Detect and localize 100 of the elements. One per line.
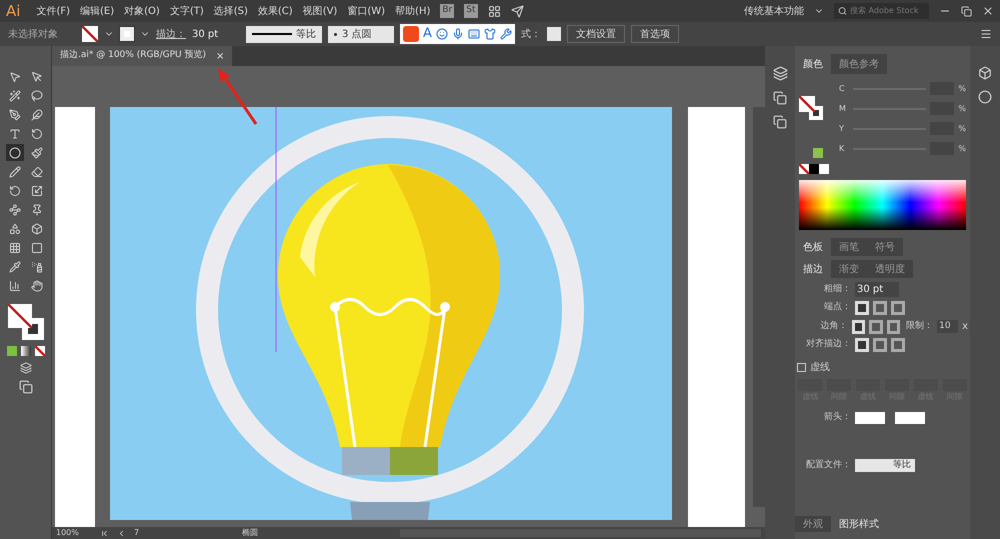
panel-tab[interactable]: 画笔: [831, 238, 867, 256]
channel-label: C: [839, 82, 846, 94]
menu-item[interactable]: 视图(V): [302, 4, 338, 18]
fill-stroke-drawing[interactable]: [799, 96, 823, 120]
swatch[interactable]: [809, 164, 819, 174]
panel-tab[interactable]: 颜色参考: [831, 54, 887, 74]
swatch[interactable]: [819, 164, 829, 174]
workspace-switcher[interactable]: 传统基本功能: [744, 4, 804, 18]
annotation-arrow: [216, 68, 258, 126]
profile-select[interactable]: 等比: [855, 458, 915, 472]
none-mode-swatch[interactable]: [34, 346, 44, 356]
panel-tab[interactable]: 符号: [867, 238, 903, 256]
style-label: 式：: [520, 28, 541, 42]
zoom-field[interactable]: 100%: [56, 527, 92, 539]
ellipse-tool[interactable]: [6, 144, 24, 161]
ellipse-icon: [8, 146, 20, 158]
document-tab[interactable]: 描边.ai* @ 100% (RGB/GPU 预览) ×: [52, 46, 232, 66]
wrench-icon: [500, 28, 512, 40]
pencil-icon: [8, 166, 20, 178]
circle-icon[interactable]: [978, 90, 992, 104]
square-cap-icon[interactable]: [891, 301, 905, 315]
color-mode-swatch[interactable]: [6, 346, 16, 356]
feather-icon: [30, 108, 42, 120]
brush-name: 3 点圆: [342, 28, 372, 42]
layout-icon[interactable]: [488, 4, 500, 18]
menu-item[interactable]: 文字(T): [170, 4, 204, 18]
dashed-checkbox[interactable]: [797, 363, 806, 372]
close-icon[interactable]: [982, 5, 994, 17]
ime-logo-icon: [403, 26, 419, 42]
artboards-icon[interactable]: [773, 91, 787, 105]
pages-icon[interactable]: [773, 115, 787, 129]
butt-cap-icon[interactable]: [855, 301, 869, 315]
field-label: 边角：: [820, 320, 848, 333]
panel-tab[interactable]: 渐变: [831, 260, 867, 278]
menu-item[interactable]: 对象(O): [124, 4, 160, 18]
bar-chart-icon: [8, 280, 20, 292]
last-color-swatch[interactable]: [813, 148, 823, 158]
arrowhead-select[interactable]: [895, 412, 925, 424]
brush-definition[interactable]: 3 点圆: [328, 26, 394, 42]
limit-field[interactable]: 10: [937, 320, 958, 334]
menu-item[interactable]: 窗口(W): [347, 4, 386, 18]
channel-label: M: [839, 102, 847, 114]
search-field[interactable]: 搜索 Adobe Stock: [834, 3, 929, 19]
miter-join-icon[interactable]: [852, 320, 866, 334]
app-launcher[interactable]: Br: [440, 4, 454, 18]
align-outside-icon[interactable]: [891, 338, 905, 352]
stroke-swatch[interactable]: [120, 27, 134, 41]
field-label: 对齐描边：: [805, 338, 851, 352]
checkbox-label: 虚线: [810, 360, 830, 375]
none-swatch[interactable]: [799, 164, 809, 174]
panel-tab[interactable]: 外观: [795, 516, 831, 532]
align-center-icon[interactable]: [855, 338, 869, 352]
control-button[interactable]: 首选项: [630, 25, 679, 43]
cube-icon[interactable]: [978, 66, 992, 80]
hand-icon: [30, 280, 42, 292]
eraser-icon: [30, 166, 42, 178]
menu-item[interactable]: 编辑(E): [80, 4, 114, 18]
artboard-field[interactable]: 7: [134, 527, 174, 539]
send-icon[interactable]: [510, 4, 524, 18]
bevel-join-icon[interactable]: [886, 320, 900, 334]
first-page-icon[interactable]: [100, 528, 109, 538]
eyedropper-icon: [8, 260, 20, 272]
channel-label: Y: [839, 122, 845, 134]
unit-label: %: [958, 102, 966, 114]
previous-page-icon[interactable]: [117, 528, 126, 538]
menu-item[interactable]: 帮助(H): [395, 4, 430, 18]
style-swatch[interactable]: [546, 27, 561, 41]
smile-icon: [436, 28, 448, 40]
fill-swatch[interactable]: [82, 26, 98, 42]
unit-label: x: [962, 320, 968, 334]
menu-icon[interactable]: [980, 28, 992, 40]
current-tool-label: 椭圆: [242, 527, 259, 539]
restore-icon[interactable]: [961, 6, 972, 16]
arrow-pointer-icon: [8, 70, 20, 82]
fill-stroke-drawing[interactable]: [8, 304, 44, 340]
selection-status: 未选择对象: [8, 28, 59, 42]
unit-label: %: [958, 142, 966, 154]
weight-field[interactable]: 30 pt: [855, 282, 899, 297]
tab-close[interactable]: ×: [216, 48, 224, 64]
layers-icon[interactable]: [772, 66, 788, 81]
field-label: 箭头：: [823, 411, 851, 424]
mesh-icon: [8, 242, 20, 254]
app-logo: Ai: [6, 0, 20, 22]
stroke-weight-field[interactable]: 30 pt: [192, 26, 240, 42]
ime-toolbar[interactable]: A: [400, 24, 515, 44]
limit-label: 限制：: [906, 320, 934, 333]
field-label: 端点：: [823, 301, 851, 314]
arrowhead-select[interactable]: [855, 412, 885, 424]
panel-tab[interactable]: 透明度: [867, 260, 913, 278]
menu-item[interactable]: 文件(F): [36, 4, 70, 18]
variable-width-profile[interactable]: 等比: [246, 26, 322, 42]
scale-icon: [30, 184, 42, 196]
app-launcher[interactable]: St: [464, 4, 478, 18]
perspective-icon: [30, 222, 42, 234]
brush-icon: [30, 146, 42, 158]
color-spectrum[interactable]: [799, 180, 966, 230]
gradient-mode-swatch[interactable]: [20, 346, 30, 356]
control-button[interactable]: 文档设置: [566, 25, 625, 43]
menu-item[interactable]: 效果(C): [258, 4, 293, 18]
menu-item[interactable]: 选择(S): [214, 4, 248, 18]
